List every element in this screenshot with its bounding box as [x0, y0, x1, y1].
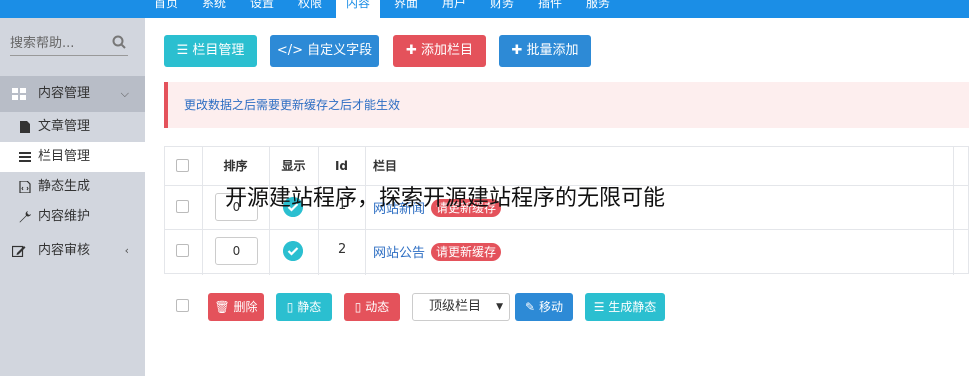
nav-item-finance[interactable]: 财务: [480, 0, 524, 18]
check-circle-icon[interactable]: [283, 241, 303, 261]
nav-item-users[interactable]: 用户: [432, 0, 476, 18]
add-column-button[interactable]: ✚ 添加栏目: [393, 35, 486, 67]
sidebar: 内容管理 ⌵ 文章管理 栏目管理 静态生成 内容维护 内容审核 ‹: [0, 18, 145, 376]
sidebar-item-static-generate[interactable]: 静态生成: [0, 172, 145, 202]
code-icon: </>: [276, 43, 303, 58]
batch-add-button[interactable]: ✚ 批量添加: [499, 35, 591, 67]
generate-static-button[interactable]: ☰ 生成静态: [585, 293, 665, 321]
sidebar-item-maintenance[interactable]: 内容维护: [0, 202, 145, 232]
file-icon: ▯: [354, 300, 362, 314]
bulk-select-checkbox[interactable]: [176, 299, 189, 312]
row-id: 2: [338, 242, 347, 257]
static-button[interactable]: ▯ 静态: [276, 293, 332, 321]
sidebar-group-label: 内容审核: [38, 243, 91, 258]
search-icon[interactable]: [112, 35, 126, 49]
custom-fields-button[interactable]: </> 自定义字段: [270, 35, 379, 67]
grid-icon: [12, 88, 26, 100]
plus-icon: ✚: [405, 43, 417, 58]
nav-item-permissions[interactable]: 权限: [288, 0, 332, 18]
nav-item-system[interactable]: 系统: [192, 0, 236, 18]
list-icon: [19, 152, 31, 162]
select-all-checkbox[interactable]: [176, 159, 189, 172]
sidebar-group-content-manage[interactable]: 内容管理 ⌵: [0, 76, 145, 112]
notice-text: 更改数据之后需要更新缓存之后才能生效: [184, 98, 401, 112]
wrench-icon: [19, 211, 31, 223]
row-checkbox[interactable]: [176, 200, 189, 213]
nav-item-settings[interactable]: 设置: [240, 0, 284, 18]
file-code-icon: [19, 181, 31, 193]
delete-button[interactable]: 🗑 删除: [208, 293, 264, 321]
plus-icon: ✚: [511, 43, 523, 58]
order-input[interactable]: 0: [215, 237, 258, 265]
sidebar-item-label: 内容维护: [38, 209, 91, 224]
sidebar-item-label: 栏目管理: [38, 149, 91, 164]
chevron-left-icon: ‹: [124, 244, 129, 257]
sidebar-item-articles[interactable]: 文章管理: [0, 112, 145, 142]
parent-column-select[interactable]: 顶级栏目 ▼: [412, 293, 510, 321]
sidebar-item-label: 文章管理: [38, 119, 91, 134]
row-checkbox[interactable]: [176, 244, 189, 257]
edit-icon: ✎: [525, 300, 536, 314]
search-input[interactable]: [10, 32, 100, 54]
nav-item-services[interactable]: 服务: [576, 0, 620, 18]
column-manage-button[interactable]: ☰ 栏目管理: [164, 35, 257, 67]
update-cache-badge[interactable]: 请更新缓存: [431, 243, 502, 261]
sidebar-item-label: 静态生成: [38, 179, 91, 194]
chevron-down-icon: ⌵: [120, 87, 129, 100]
sidebar-item-columns[interactable]: 栏目管理: [0, 142, 145, 172]
nav-item-home[interactable]: 首页: [144, 0, 188, 18]
file-icon: ▯: [286, 300, 294, 314]
document-icon: [20, 121, 30, 133]
sidebar-group-review[interactable]: 内容审核 ‹: [0, 236, 145, 266]
nav-item-content[interactable]: 内容: [336, 0, 381, 18]
dropdown-arrow-icon: ▼: [496, 302, 503, 312]
trash-icon: 🗑: [214, 300, 230, 314]
top-nav: 首页 系统 设置 权限 内容 界面 用户 财务 插件 服务: [0, 0, 969, 18]
move-button[interactable]: ✎ 移动: [515, 293, 573, 321]
cache-notice: 更改数据之后需要更新缓存之后才能生效: [164, 82, 969, 128]
column-name-link[interactable]: 网站公告: [373, 242, 425, 261]
nav-item-interface[interactable]: 界面: [384, 0, 428, 18]
list-icon: ☰: [593, 300, 605, 314]
list-icon: ☰: [176, 43, 189, 58]
sidebar-search: [10, 32, 128, 56]
dynamic-button[interactable]: ▯ 动态: [344, 293, 400, 321]
nav-item-plugins[interactable]: 插件: [528, 0, 572, 18]
edit-icon: [12, 245, 26, 257]
sidebar-group-label: 内容管理: [38, 86, 91, 101]
overlay-caption: 开源建站程序，探索开源建站程序的无限可能: [225, 186, 666, 211]
